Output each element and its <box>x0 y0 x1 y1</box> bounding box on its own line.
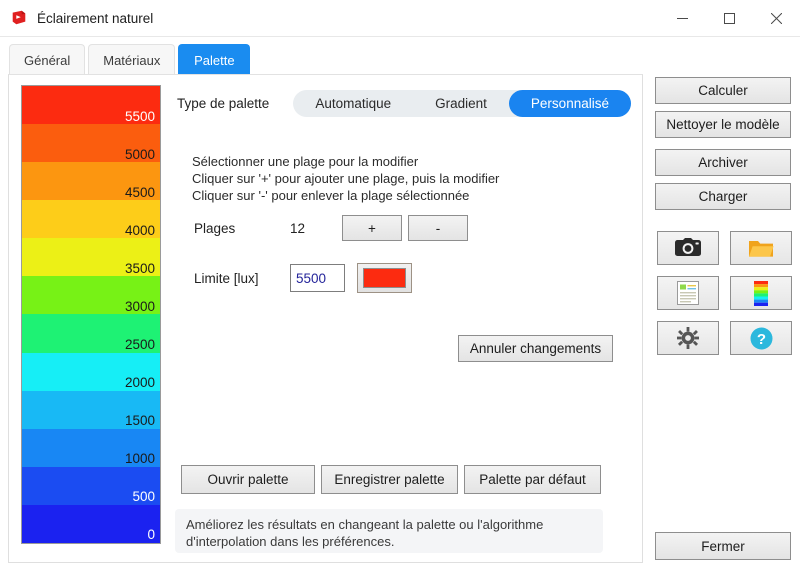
svg-text:?: ? <box>756 331 765 348</box>
palette-type-label: Type de palette <box>177 96 270 111</box>
tab-general[interactable]: Général <box>9 44 86 75</box>
calculate-button[interactable]: Calculer <box>655 77 791 104</box>
limit-input[interactable] <box>290 264 345 292</box>
palette-band-label: 4000 <box>124 222 155 238</box>
segment-gradient[interactable]: Gradient <box>413 90 509 117</box>
minimize-icon <box>677 17 688 19</box>
palette-type-row: Type de palette Automatique Gradient Per… <box>177 90 631 117</box>
palette-band-label: 4500 <box>124 184 155 200</box>
open-palette-button[interactable]: Ouvrir palette <box>181 465 315 494</box>
icon-button-grid: ? <box>657 231 793 355</box>
palette-band-label: 3500 <box>124 260 155 276</box>
open-folder-button[interactable] <box>730 231 792 265</box>
tab-materiaux[interactable]: Matériaux <box>88 44 176 75</box>
palette-band[interactable]: 5500 <box>22 86 160 125</box>
minimize-button[interactable] <box>659 0 706 36</box>
palette-panel: 5500 5000 4500 4000 3500 3000 2500 2000 <box>8 74 643 563</box>
tab-bar: Général Matériaux Palette <box>0 37 800 75</box>
palette-band[interactable]: 4000 <box>22 200 160 239</box>
window-title: Éclairement naturel <box>37 10 154 26</box>
palette-band-label: 5500 <box>124 108 155 124</box>
add-range-button[interactable]: + <box>342 215 402 241</box>
tab-label: Palette <box>194 52 235 68</box>
palette-band[interactable]: 500 <box>22 466 160 505</box>
limit-color-swatch <box>363 268 406 288</box>
settings-button[interactable] <box>657 321 719 355</box>
report-icon <box>677 281 699 305</box>
title-bar: Éclairement naturel <box>0 0 800 37</box>
limit-row: Limite [lux] <box>194 263 412 293</box>
palette-type-segmented: Automatique Gradient Personnalisé <box>293 90 631 117</box>
gear-icon <box>677 327 699 349</box>
instruction-line: Sélectionner une plage pour la modifier <box>192 154 419 169</box>
folder-icon <box>749 240 774 257</box>
info-message: Améliorez les résultats en changeant la … <box>175 509 603 553</box>
ranges-row: Plages 12 + - <box>194 215 468 241</box>
archive-button[interactable]: Archiver <box>655 149 791 176</box>
remove-range-button[interactable]: - <box>408 215 468 241</box>
main-area: 5500 5000 4500 4000 3500 3000 2500 2000 <box>0 74 800 571</box>
sketchup-icon <box>12 10 26 25</box>
color-ramp-icon <box>754 280 768 306</box>
tab-label: Général <box>24 52 71 68</box>
palette-form: Type de palette Automatique Gradient Per… <box>173 75 642 562</box>
tab-label: Matériaux <box>103 52 161 68</box>
default-palette-button[interactable]: Palette par défaut <box>464 465 601 494</box>
window-controls <box>659 0 800 36</box>
segment-label: Personnalisé <box>530 96 609 111</box>
camera-icon <box>675 238 701 256</box>
segment-personnalise[interactable]: Personnalisé <box>508 90 631 117</box>
instructions-block: Sélectionner une plage pour la modifier … <box>192 153 499 204</box>
cancel-changes-button[interactable]: Annuler changements <box>458 335 613 362</box>
report-button[interactable] <box>657 276 719 310</box>
palette-band-label: 0 <box>147 527 155 543</box>
palette-band-label: 5000 <box>124 146 155 162</box>
palette-band-label: 500 <box>132 489 155 505</box>
palette-band[interactable]: 5000 <box>22 124 160 163</box>
palette-band[interactable]: 4500 <box>22 162 160 201</box>
limit-color-button[interactable] <box>357 263 412 293</box>
segment-label: Automatique <box>315 96 392 111</box>
palette-band-label: 1500 <box>124 413 155 429</box>
segment-automatique[interactable]: Automatique <box>293 90 413 117</box>
palette-band-label: 2000 <box>124 375 155 391</box>
clean-model-button[interactable]: Nettoyer le modèle <box>655 111 791 138</box>
right-sidebar: Calculer Nettoyer le modèle Archiver Cha… <box>653 74 792 571</box>
instruction-line: Cliquer sur '+' pour ajouter une plage, … <box>192 171 500 186</box>
ranges-count: 12 <box>290 220 306 236</box>
load-button[interactable]: Charger <box>655 183 791 210</box>
palette-legend[interactable]: 5500 5000 4500 4000 3500 3000 2500 2000 <box>21 85 161 544</box>
save-palette-button[interactable]: Enregistrer palette <box>321 465 458 494</box>
palette-band[interactable]: 2000 <box>22 352 160 391</box>
limit-label: Limite [lux] <box>194 270 259 286</box>
help-button[interactable]: ? <box>730 321 792 355</box>
palette-band-label: 2500 <box>124 337 155 353</box>
palette-band-label: 1000 <box>124 451 155 467</box>
instruction-line: Cliquer sur '-' pour enlever la plage sé… <box>192 188 470 203</box>
close-dialog-button[interactable]: Fermer <box>655 532 791 560</box>
help-icon: ? <box>750 327 772 349</box>
segment-label: Gradient <box>435 96 487 111</box>
maximize-button[interactable] <box>706 0 753 36</box>
screenshot-button[interactable] <box>657 231 719 265</box>
palette-band[interactable]: 1500 <box>22 390 160 429</box>
palette-band[interactable]: 2500 <box>22 314 160 353</box>
palette-band[interactable]: 3000 <box>22 276 160 315</box>
palette-file-buttons: Ouvrir palette Enregistrer palette Palet… <box>181 465 601 494</box>
maximize-icon <box>724 12 735 24</box>
palette-band-label: 3000 <box>124 298 155 314</box>
color-ramp-button[interactable] <box>730 276 792 310</box>
palette-band[interactable]: 0 <box>22 504 160 543</box>
palette-band[interactable]: 1000 <box>22 428 160 467</box>
close-button[interactable] <box>753 0 800 36</box>
tab-palette[interactable]: Palette <box>178 44 251 75</box>
palette-band[interactable]: 3500 <box>22 238 160 277</box>
ranges-label: Plages <box>194 220 236 236</box>
close-icon <box>771 12 782 24</box>
